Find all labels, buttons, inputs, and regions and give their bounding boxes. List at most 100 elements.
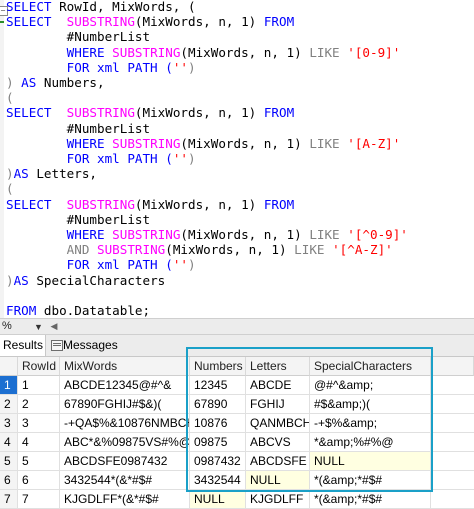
table-cell-mix[interactable]: -+QA$%&10876NMBCH bbox=[60, 414, 190, 433]
table-cell-numbers[interactable]: 67890 bbox=[190, 395, 246, 414]
editor-gutter bbox=[0, 0, 4, 318]
table-cell-letters[interactable]: FGHIJ bbox=[246, 395, 310, 414]
results-tab-bar: Results Messages bbox=[0, 335, 474, 357]
scroll-left-icon[interactable]: ◀ bbox=[48, 319, 60, 334]
table-cell-mix[interactable]: 67890FGHIJ#$&)( bbox=[60, 395, 190, 414]
code-token: AS bbox=[13, 166, 37, 182]
column-header-mixwords[interactable]: MixWords bbox=[60, 357, 190, 376]
table-cell-letters[interactable]: NULL bbox=[246, 471, 310, 490]
column-header-numbers[interactable]: Numbers bbox=[190, 357, 246, 376]
table-cell-filler bbox=[431, 395, 474, 414]
code-token: ) bbox=[6, 272, 14, 288]
code-token: FROM bbox=[263, 105, 295, 121]
code-token: SpecialCharacters bbox=[36, 272, 166, 288]
table-row[interactable]: 3 3 -+QA$%&10876NMBCH 10876 QANMBCH -+$%&amp; bbox=[0, 414, 474, 433]
column-header-letters[interactable]: Letters bbox=[246, 357, 310, 376]
table-cell-filler bbox=[431, 376, 474, 395]
code-token: '' bbox=[172, 59, 188, 75]
table-cell-numbers[interactable]: 09875 bbox=[190, 433, 246, 452]
code-token: AS bbox=[21, 75, 44, 90]
table-cell-mix[interactable]: 3432544*(&*#$# bbox=[60, 471, 190, 490]
table-cell-numbers[interactable]: 3432544 bbox=[190, 471, 246, 490]
code-token: AS bbox=[13, 272, 37, 288]
column-header-rowid[interactable]: RowId bbox=[18, 357, 60, 376]
table-cell-mix[interactable]: KJGDLFF*(&*#$# bbox=[60, 490, 190, 509]
table-cell-rowid[interactable]: 4 bbox=[18, 433, 60, 452]
table-cell-numbers[interactable]: 12345 bbox=[190, 376, 246, 395]
tab-results-label: Results bbox=[3, 338, 44, 352]
code-token: ) bbox=[187, 257, 196, 273]
tab-results[interactable]: Results bbox=[0, 335, 46, 356]
table-cell-mix[interactable]: ABCDSFE0987432 bbox=[60, 452, 190, 471]
zoom-level[interactable]: % bbox=[2, 319, 12, 334]
code-token: (MixWords, n, 1) bbox=[180, 44, 310, 60]
code-token: LIKE bbox=[309, 135, 348, 151]
table-cell-numbers[interactable]: NULL bbox=[190, 490, 246, 509]
table-cell-special[interactable]: @#^&amp; bbox=[310, 376, 431, 395]
sql-editor[interactable]: − SELECT RowId, MixWords, (SELECT SUBSTR… bbox=[0, 0, 474, 318]
table-cell-numbers[interactable]: 0987432 bbox=[190, 452, 246, 471]
column-header-filler bbox=[431, 357, 474, 376]
row-number-cell[interactable]: 2 bbox=[0, 395, 18, 414]
results-grid[interactable]: RowId MixWords Numbers Letters SpecialCh… bbox=[0, 357, 474, 509]
table-row[interactable]: 2 2 67890FGHIJ#$&)(67890 FGHIJ #$&amp;)( bbox=[0, 395, 474, 414]
table-cell-special[interactable]: #$&amp;)( bbox=[310, 395, 431, 414]
code-token: (MixWords, n, 1) bbox=[134, 14, 264, 30]
code-token: ) bbox=[187, 151, 196, 166]
code-line: )AS Letters, bbox=[6, 163, 97, 184]
code-token: FROM bbox=[263, 14, 295, 30]
code-token: FROM bbox=[6, 303, 44, 318]
table-cell-mix[interactable]: ABC*&%09875VS#%@ bbox=[60, 433, 190, 452]
code-token: '[A-Z]' bbox=[347, 135, 401, 151]
table-cell-filler bbox=[431, 433, 474, 452]
messages-icon bbox=[51, 340, 63, 351]
column-header-specialcharacters[interactable]: SpecialCharacters bbox=[310, 357, 431, 376]
table-cell-letters[interactable]: ABCVS bbox=[246, 433, 310, 452]
table-cell-rowid[interactable]: 1 bbox=[18, 376, 60, 395]
table-cell-numbers[interactable]: 10876 bbox=[190, 414, 246, 433]
code-token: dbo.Datatable; bbox=[43, 303, 151, 318]
table-cell-rowid[interactable]: 3 bbox=[18, 414, 60, 433]
code-token: LIKE bbox=[309, 44, 348, 60]
code-token: (MixWords, n, 1) bbox=[180, 135, 310, 151]
table-cell-letters[interactable]: ABCDE bbox=[246, 376, 310, 395]
row-number-cell[interactable]: 4 bbox=[0, 433, 18, 452]
table-row[interactable]: 5 5 ABCDSFE0987432 0987432 ABCDSFE NULL bbox=[0, 452, 474, 471]
code-token: '' bbox=[172, 151, 188, 166]
row-number-cell[interactable]: 5 bbox=[0, 452, 18, 471]
table-cell-mix[interactable]: ABCDE12345@#^& bbox=[60, 376, 190, 395]
table-cell-special[interactable]: -+$%&amp; bbox=[310, 414, 431, 433]
row-number-cell[interactable]: 6 bbox=[0, 471, 18, 490]
table-cell-special[interactable]: *(&amp;*#$# bbox=[310, 490, 431, 509]
table-row[interactable]: 1 1 ABCDE12345@#^& 12345 ABCDE @#^&amp; bbox=[0, 376, 474, 395]
code-token: '[0-9]' bbox=[347, 44, 401, 60]
table-cell-letters[interactable]: ABCDSFE bbox=[246, 452, 310, 471]
row-number-cell[interactable]: 1 bbox=[0, 376, 18, 395]
table-cell-filler bbox=[431, 452, 474, 471]
code-line: ) AS Numbers, bbox=[6, 72, 105, 93]
table-cell-special[interactable]: *(&amp;*#$# bbox=[310, 471, 431, 490]
table-cell-rowid[interactable]: 6 bbox=[18, 471, 60, 490]
code-line: FROM dbo.Datatable; bbox=[6, 300, 150, 318]
table-row[interactable]: 4 4 ABC*&%09875VS#%@ 09875 ABCVS *&amp;%#%@ bbox=[0, 433, 474, 452]
zoom-dropdown-arrow-icon[interactable]: ▼ bbox=[34, 320, 43, 334]
table-cell-special[interactable]: NULL bbox=[310, 452, 431, 471]
table-cell-rowid[interactable]: 5 bbox=[18, 452, 60, 471]
table-cell-letters[interactable]: KJGDLFF bbox=[246, 490, 310, 509]
tab-messages[interactable]: Messages bbox=[48, 335, 163, 356]
code-token: '' bbox=[172, 257, 188, 273]
corner-cell[interactable] bbox=[0, 357, 18, 376]
table-cell-special[interactable]: *&amp;%#%@ bbox=[310, 433, 431, 452]
row-number-cell[interactable]: 7 bbox=[0, 490, 18, 509]
tab-messages-label: Messages bbox=[63, 338, 118, 352]
row-number-cell[interactable]: 3 bbox=[0, 414, 18, 433]
code-token: FROM bbox=[263, 196, 295, 212]
table-cell-filler bbox=[431, 414, 474, 433]
code-token: (MixWords, n, 1) bbox=[134, 105, 264, 121]
table-row[interactable]: 6 6 3432544*(&*#$# 3432544 NULL *(&amp;*#$# bbox=[0, 471, 474, 490]
table-cell-rowid[interactable]: 7 bbox=[18, 490, 60, 509]
table-cell-rowid[interactable]: 2 bbox=[18, 395, 60, 414]
table-cell-letters[interactable]: QANMBCH bbox=[246, 414, 310, 433]
table-row[interactable]: 7 7 KJGDLFF*(&*#$# NULL KJGDLFF *(&amp;*#$# bbox=[0, 490, 474, 509]
table-cell-filler bbox=[431, 471, 474, 490]
